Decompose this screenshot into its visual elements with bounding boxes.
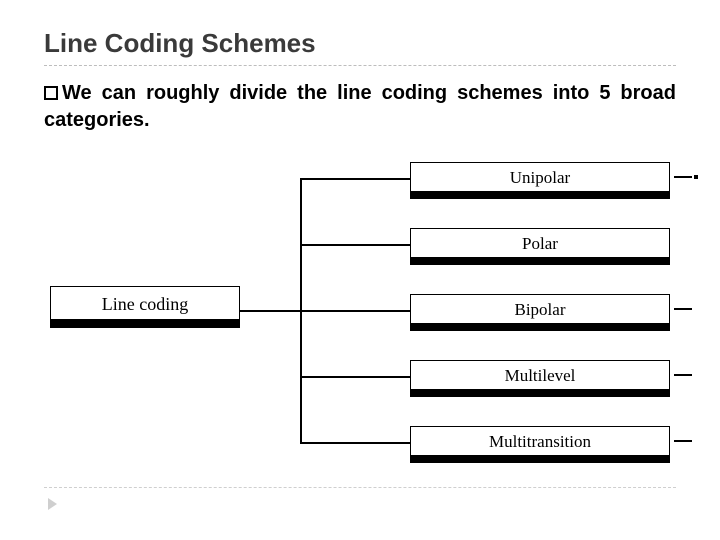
connector-line [302, 310, 410, 312]
connector-line [302, 178, 410, 180]
category-box: Bipolar [410, 294, 670, 336]
box-shadow [410, 258, 670, 265]
box-shadow [410, 192, 670, 199]
body-text: We can roughly divide the line coding sc… [44, 80, 676, 134]
slide: Line Coding Schemes We can roughly divid… [0, 0, 720, 540]
body-rest: can roughly divide the line coding schem… [44, 82, 676, 131]
diagram: Line coding Unipolar Polar Bipolar Multi… [50, 158, 670, 478]
connector-line [302, 244, 410, 246]
category-label: Polar [410, 228, 670, 258]
category-box: Unipolar [410, 162, 670, 204]
tick-icon [674, 374, 692, 376]
connector-line [302, 376, 410, 378]
bullet-icon [44, 86, 58, 100]
category-box: Multilevel [410, 360, 670, 402]
category-label: Unipolar [410, 162, 670, 192]
title-divider [44, 65, 676, 66]
body-lead: We [62, 82, 92, 104]
tick-icon [674, 176, 692, 178]
slide-title: Line Coding Schemes [44, 28, 676, 59]
category-label: Multilevel [410, 360, 670, 390]
tick-icon [674, 440, 692, 442]
connector-line [302, 442, 410, 444]
caret-right-icon [48, 498, 57, 510]
diagram-root-label: Line coding [50, 286, 240, 320]
box-shadow [410, 324, 670, 331]
category-label: Bipolar [410, 294, 670, 324]
category-box: Multitransition [410, 426, 670, 468]
box-shadow [50, 320, 240, 328]
category-box: Polar [410, 228, 670, 270]
category-label: Multitransition [410, 426, 670, 456]
footer-divider [44, 487, 676, 488]
tick-icon [674, 308, 692, 310]
box-shadow [410, 456, 670, 463]
box-shadow [410, 390, 670, 397]
connector-line [240, 310, 300, 312]
diagram-root: Line coding [50, 286, 240, 334]
